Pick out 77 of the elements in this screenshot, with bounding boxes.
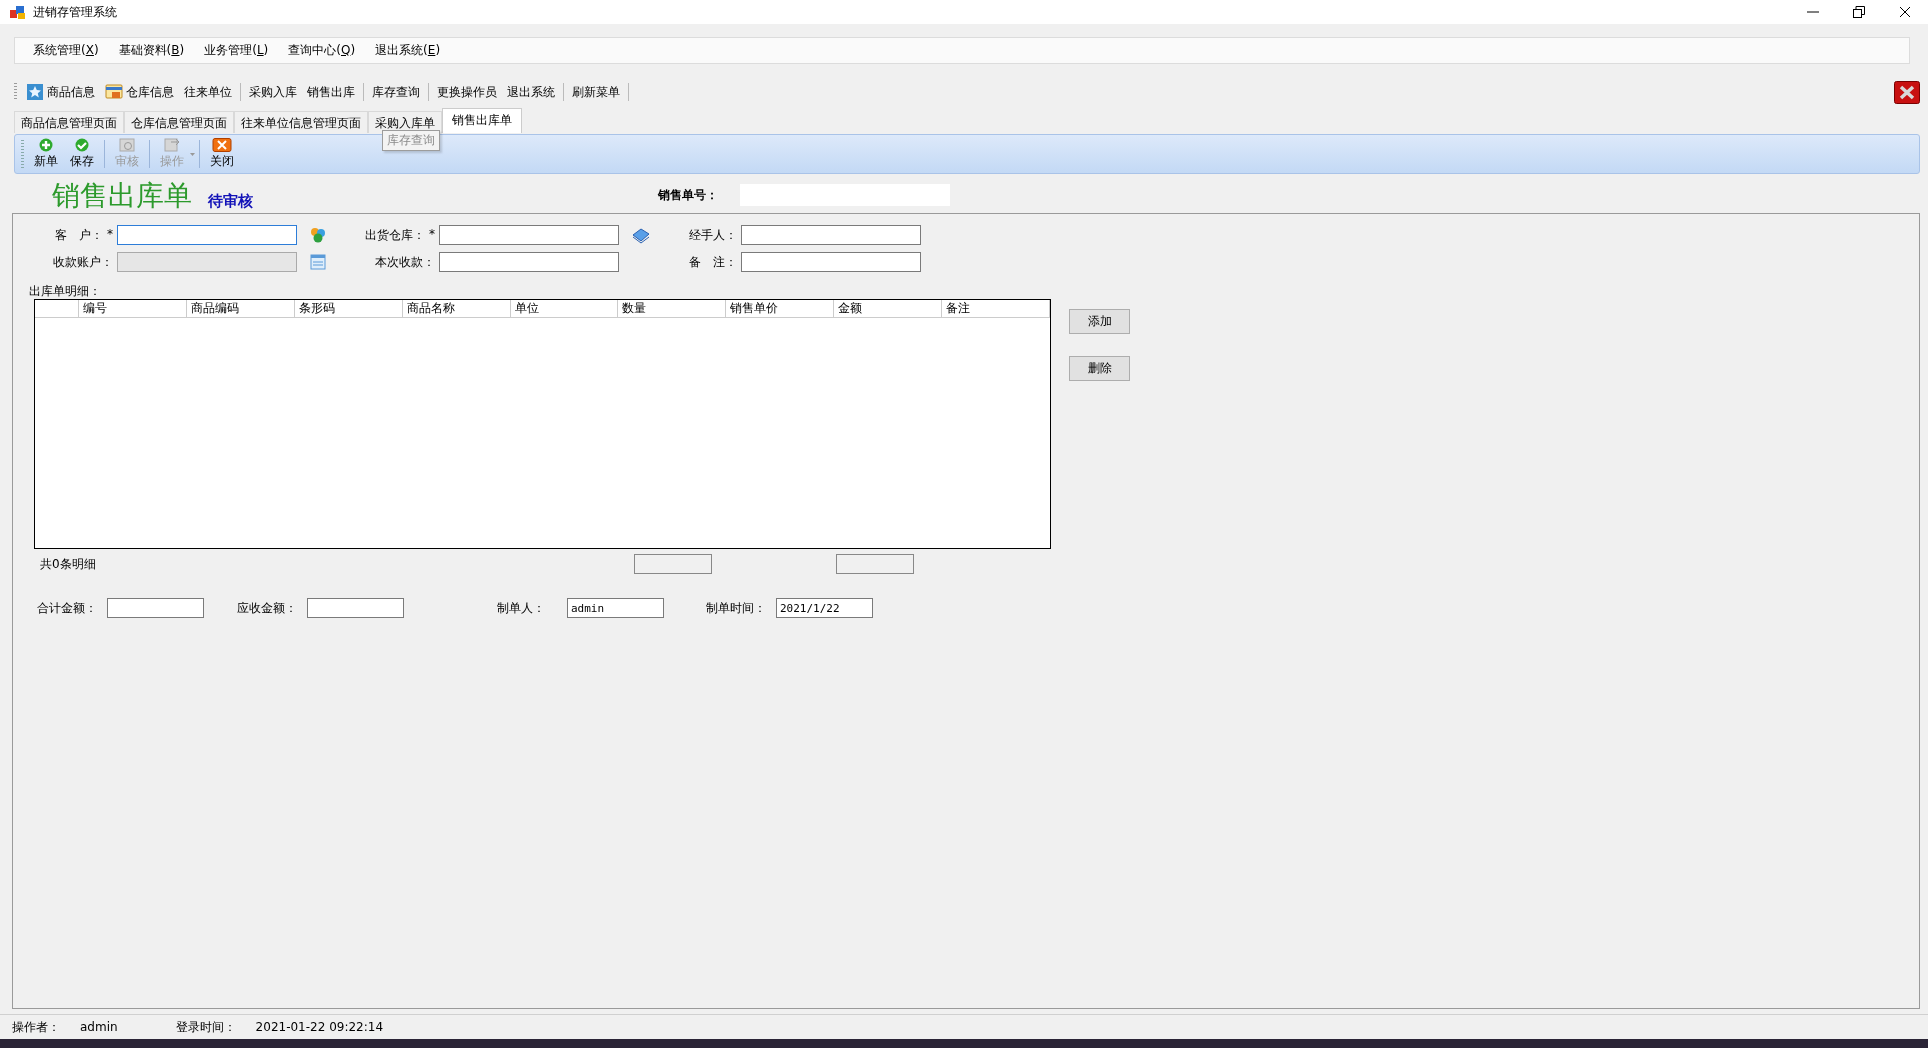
restore-icon[interactable] (1853, 6, 1865, 18)
star-icon (26, 83, 44, 101)
input-field[interactable]: 2021/1/22 (776, 598, 873, 618)
status-label: 待审核 (208, 192, 253, 211)
app-icon (10, 5, 25, 19)
column-header[interactable]: 销售单价 (726, 300, 835, 317)
column-header[interactable]: 金额 (834, 300, 943, 317)
book-icon[interactable] (631, 226, 649, 244)
status-value: 2021-01-22 09:22:14 (255, 1020, 384, 1034)
menu-item[interactable]: 退出系统(E) (367, 40, 449, 61)
tab[interactable]: 商品信息管理页面 (14, 111, 124, 133)
menu-item[interactable]: 业务管理(L) (196, 40, 277, 61)
input-field[interactable] (107, 598, 204, 618)
field-label: 出货仓库： (365, 226, 425, 244)
menu-item[interactable]: 基础资料(B) (110, 40, 193, 61)
list-icon[interactable] (309, 253, 327, 271)
menu-item[interactable]: 系统管理(X) (25, 40, 107, 61)
toolbar-button[interactable]: 关闭 (204, 137, 240, 171)
input-field[interactable] (741, 225, 921, 245)
menu-item[interactable]: 查询中心(Q) (280, 40, 364, 61)
toolbar-button[interactable]: 保存 (64, 137, 100, 171)
close-icon (211, 138, 233, 152)
count-label: 共0条明细 (40, 555, 97, 573)
input-field[interactable] (117, 225, 297, 245)
toolbar-button[interactable]: 销售出库 (302, 81, 360, 103)
column-header[interactable]: 商品编码 (186, 300, 295, 317)
grid-button[interactable]: 删除 (1069, 356, 1130, 381)
toolbar-button[interactable]: 退出系统 (502, 81, 560, 103)
tab[interactable]: 销售出库单 (442, 108, 522, 133)
toolbar-button[interactable]: 刷新菜单 (567, 81, 625, 103)
input-field[interactable] (439, 252, 619, 272)
column-header[interactable]: 备注 (942, 300, 1050, 317)
field-label: 经手人： (689, 226, 737, 244)
input-field[interactable] (307, 598, 404, 618)
tab[interactable]: 往来单位信息管理页面 (234, 111, 368, 133)
close-icon[interactable] (1894, 80, 1920, 104)
field-label: 备 注： (689, 253, 737, 271)
column-header[interactable]: 商品名称 (402, 300, 511, 317)
status-value: admin (80, 1020, 118, 1034)
toolbar-button[interactable]: 往来单位 (179, 81, 237, 103)
tab[interactable]: 采购入库单 (368, 111, 442, 133)
tooltip: 库存查询 (382, 130, 440, 151)
form-title: 销售出库单 (52, 179, 192, 213)
toolbar-button[interactable]: 商品信息 (21, 81, 100, 103)
field-label: 销售单号： (658, 186, 719, 204)
field-label: 客 户： (55, 226, 103, 244)
field-label: 制单人： (497, 599, 546, 617)
status-label: 登录时间： (175, 1018, 236, 1036)
column-header[interactable]: 数量 (618, 300, 727, 317)
input-field[interactable] (741, 252, 921, 272)
column-header[interactable]: 条形码 (294, 300, 403, 317)
section-label: 出库单明细： (29, 283, 102, 297)
tab[interactable]: 仓库信息管理页面 (124, 111, 234, 133)
status-label: 操作者： (12, 1018, 60, 1036)
toolbar-button[interactable]: 仓库信息 (100, 81, 179, 103)
caret-icon (190, 152, 195, 156)
window-title: 进销存管理系统 (33, 3, 117, 21)
toolbar-button[interactable]: 更换操作员 (432, 81, 502, 103)
required-mark: * (107, 226, 113, 243)
field-label: 合计金额： (37, 599, 98, 617)
required-mark: * (429, 226, 435, 243)
grid-button[interactable]: 添加 (1069, 309, 1130, 334)
people-icon[interactable] (309, 226, 327, 244)
toolbar-button[interactable]: 采购入库 (244, 81, 302, 103)
field-label: 应收金额： (237, 599, 298, 617)
field-label: 制单时间： (706, 599, 767, 617)
card-icon (105, 83, 123, 101)
column-header[interactable]: 单位 (510, 300, 619, 317)
column-header[interactable]: 编号 (78, 300, 187, 317)
input-field[interactable] (439, 225, 619, 245)
field-label: 本次收款： (375, 253, 435, 271)
stamp-icon (116, 138, 138, 152)
toolbar-button[interactable]: 库存查询 (367, 81, 425, 103)
input-field[interactable]: admin (567, 598, 664, 618)
toolbar-button[interactable]: 新单 (28, 137, 64, 171)
close-icon[interactable] (1899, 6, 1911, 18)
field-label: 收款账户： (53, 253, 113, 271)
